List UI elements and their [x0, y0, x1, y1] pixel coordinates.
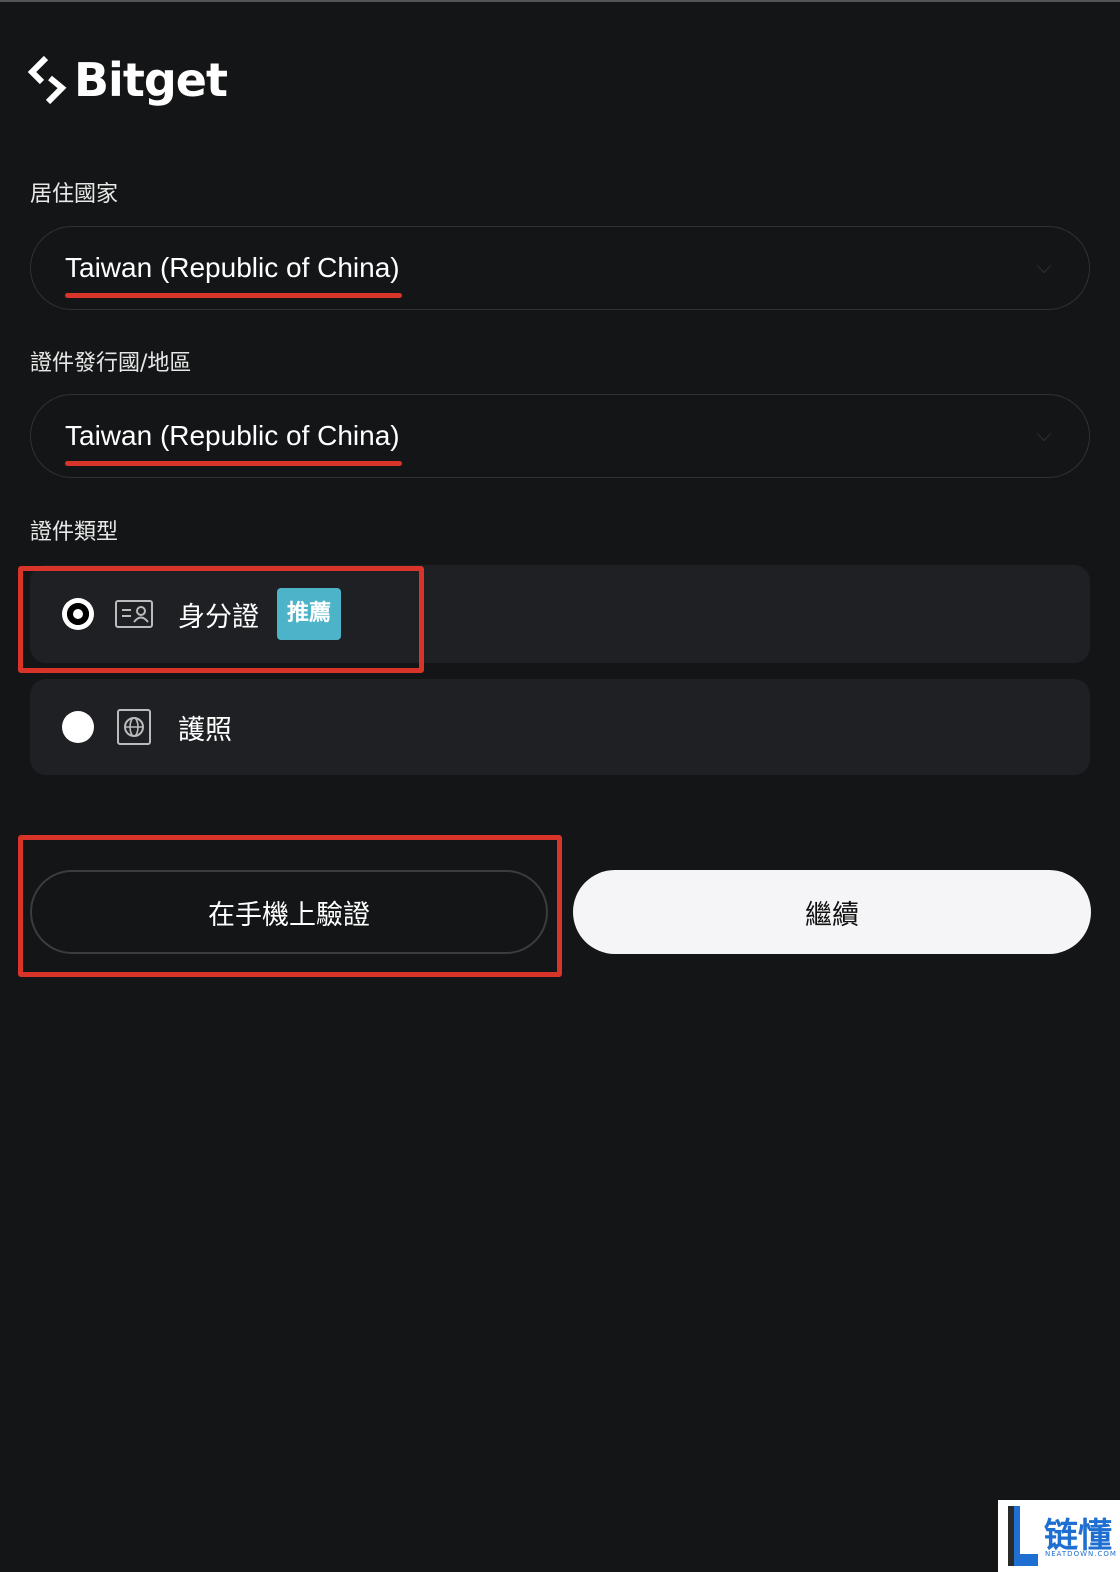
doc-type-label: 證件類型: [30, 520, 119, 545]
issuer-value: Taiwan (Republic of China): [65, 420, 402, 466]
option-passport[interactable]: 護照: [30, 679, 1090, 775]
option-label-passport: 護照: [178, 714, 232, 746]
watermark-logo-icon: [1008, 1506, 1038, 1566]
chevron-down-icon: [1036, 258, 1052, 274]
bitget-logo: Bitget: [26, 48, 228, 112]
radio-passport[interactable]: [62, 711, 94, 743]
option-label-id-card: 身分證: [178, 601, 259, 633]
chevron-down-icon: [1036, 426, 1052, 442]
residence-value: Taiwan (Republic of China): [65, 252, 402, 298]
radio-id-card[interactable]: [62, 598, 94, 630]
watermark: 链懂 NEATDOWN.COM: [998, 1500, 1120, 1572]
id-card-icon: [115, 600, 153, 628]
residence-select[interactable]: Taiwan (Republic of China): [30, 226, 1090, 310]
issuer-label: 證件發行國/地區: [30, 351, 192, 376]
annotation-underline: [65, 293, 402, 298]
issuer-select[interactable]: Taiwan (Republic of China): [30, 394, 1090, 478]
bitget-logo-icon: [27, 55, 67, 105]
continue-button[interactable]: 繼續: [573, 870, 1091, 954]
annotation-underline: [65, 461, 402, 466]
recommended-badge: 推薦: [277, 588, 342, 640]
residence-label: 居住國家: [30, 182, 119, 207]
option-id-card[interactable]: 身分證 推薦: [30, 565, 1090, 663]
brand-name: Bitget: [74, 53, 228, 107]
kyc-page: Bitget 居住國家 Taiwan (Republic of China) 證…: [0, 0, 1120, 1572]
passport-icon: [117, 709, 151, 745]
verify-on-phone-button[interactable]: 在手機上驗證: [30, 870, 548, 954]
watermark-subtext: NEATDOWN.COM: [1045, 1550, 1117, 1558]
